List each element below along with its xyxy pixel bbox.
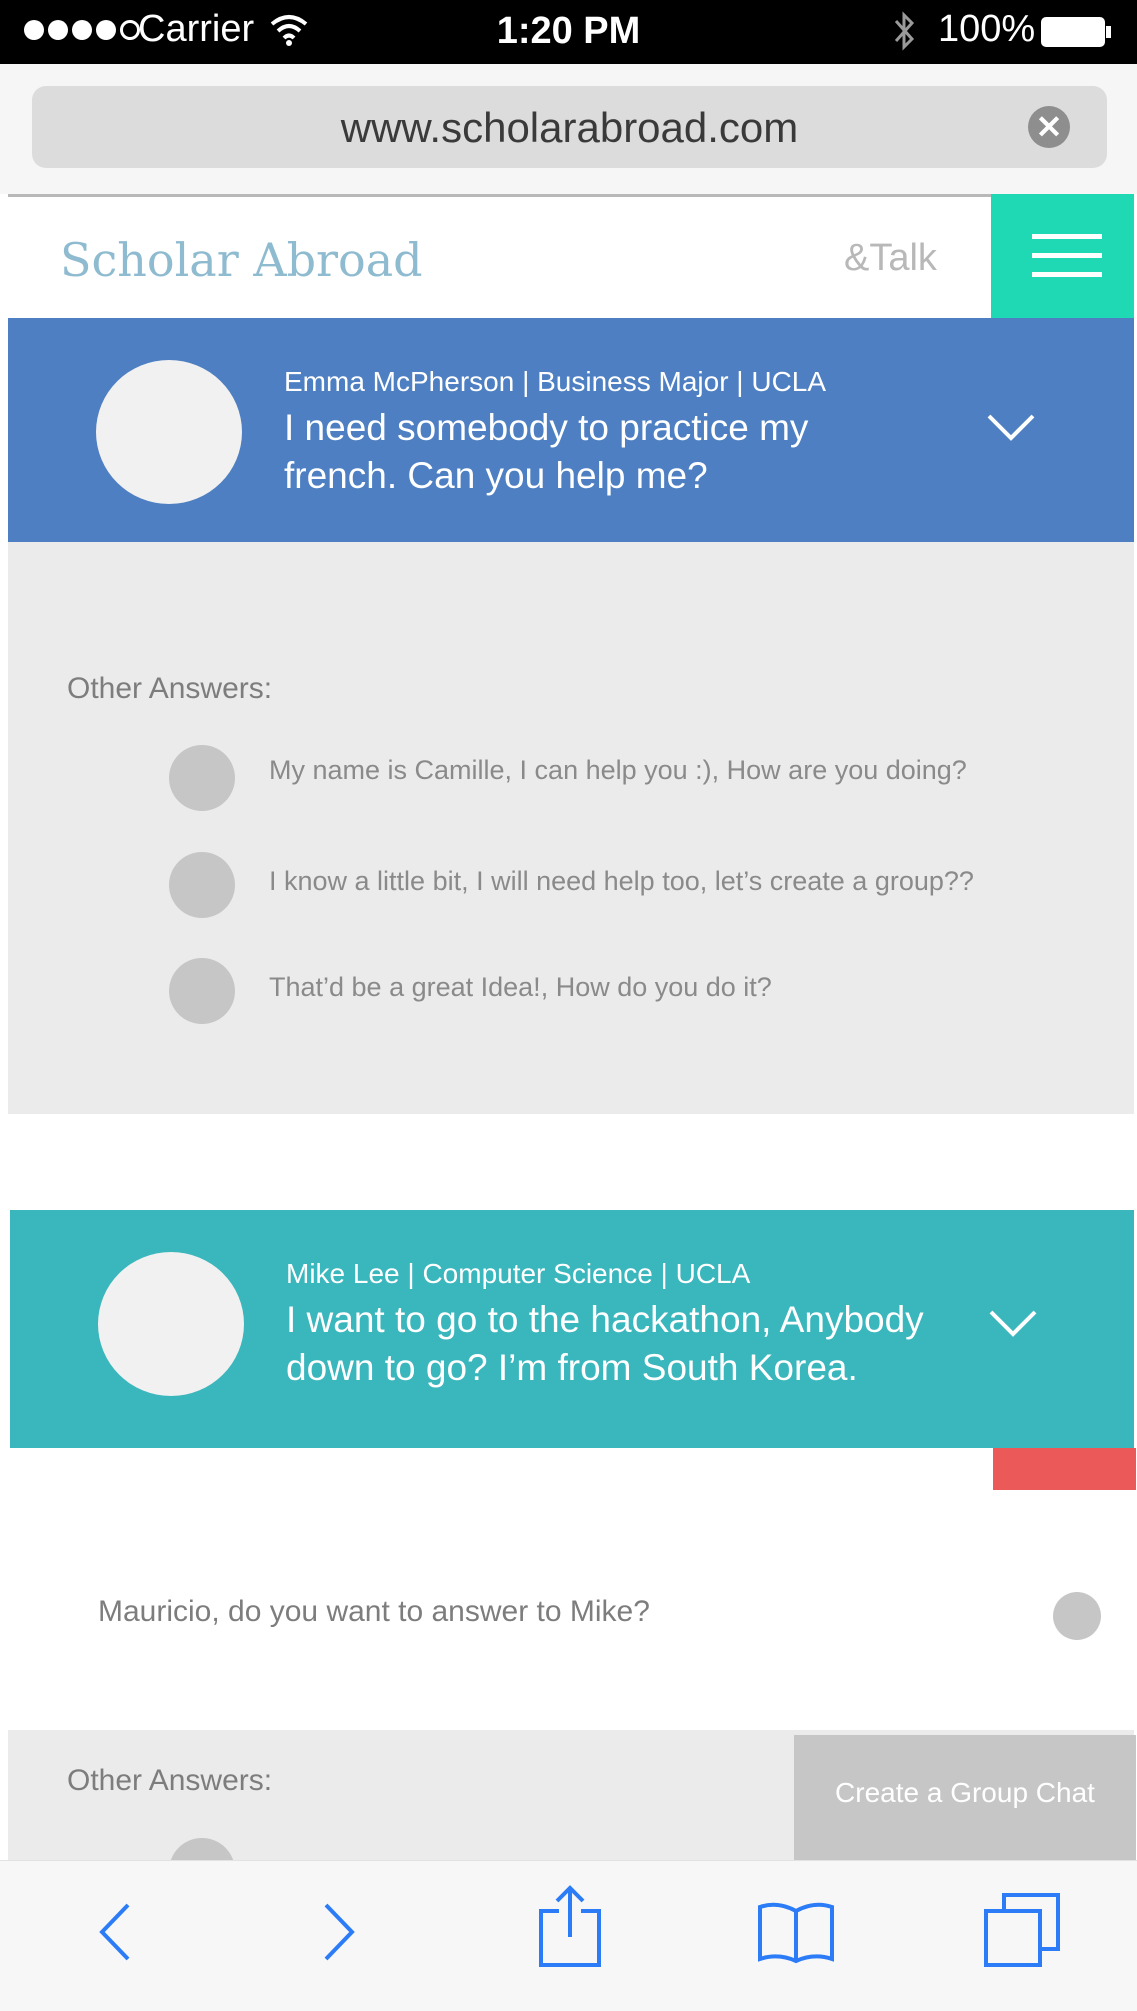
avatar [98, 1252, 244, 1396]
battery-percentage: 100% [938, 8, 1036, 50]
address-bar[interactable]: www.scholarabroad.com ✕ [32, 86, 1107, 168]
chevron-down-icon[interactable] [988, 1298, 1038, 1348]
question-text: I need somebody to practice my french. C… [284, 407, 809, 496]
site-logo[interactable]: Scholar Abroad [60, 233, 423, 287]
question-card[interactable]: Mike Lee | Computer Science | UCLA I wan… [10, 1210, 1134, 1448]
menu-bar [1032, 253, 1102, 258]
question-card[interactable]: Emma McPherson | Business Major | UCLA I… [8, 318, 1134, 542]
status-bar: Carrier 1:20 PM 100% [0, 0, 1137, 64]
tabs-icon[interactable] [982, 1891, 1062, 1969]
talk-link[interactable]: &Talk [844, 237, 937, 280]
answer-avatar [169, 958, 235, 1024]
user-avatar[interactable] [1053, 1592, 1101, 1640]
answer-text: That’d be a great Idea!, How do you do i… [269, 972, 772, 1002]
other-answers-heading: Other Answers: [67, 1764, 273, 1797]
red-tab[interactable] [993, 1448, 1136, 1490]
menu-bar [1032, 272, 1102, 277]
forward-arrow-icon[interactable] [316, 1897, 362, 1967]
site-header: Scholar Abroad &Talk [8, 194, 1134, 321]
answer-text: My name is Camille, I can help you :), H… [269, 755, 967, 785]
answer-avatar [169, 852, 235, 918]
chevron-down-icon[interactable] [986, 402, 1036, 452]
question-author: Emma McPherson | Business Major | UCLA [284, 366, 827, 397]
question-author: Mike Lee | Computer Science | UCLA [286, 1258, 751, 1289]
battery-icon [1041, 17, 1111, 47]
menu-bar [1032, 234, 1102, 239]
other-answers-heading: Other Answers: [67, 672, 273, 705]
hamburger-menu-button[interactable] [991, 194, 1134, 321]
answer-prompt[interactable]: Mauricio, do you want to answer to Mike? [98, 1595, 650, 1629]
bookmarks-icon[interactable] [756, 1899, 836, 1965]
url-text[interactable]: www.scholarabroad.com [32, 104, 1107, 152]
share-icon[interactable] [535, 1885, 605, 1969]
answer-avatar [169, 745, 235, 811]
avatar [96, 360, 242, 504]
bluetooth-icon [894, 11, 915, 51]
browser-toolbar [0, 1860, 1137, 2011]
create-group-chat-button[interactable]: Create a Group Chat [794, 1735, 1136, 1860]
question-text: I want to go to the hackathon, Anybody d… [286, 1299, 924, 1388]
clear-url-icon[interactable]: ✕ [1028, 106, 1070, 148]
back-arrow-icon[interactable] [92, 1897, 138, 1967]
answer-text: I know a little bit, I will need help to… [269, 866, 974, 896]
answers-panel: Other Answers: My name is Camille, I can… [8, 542, 1134, 1114]
